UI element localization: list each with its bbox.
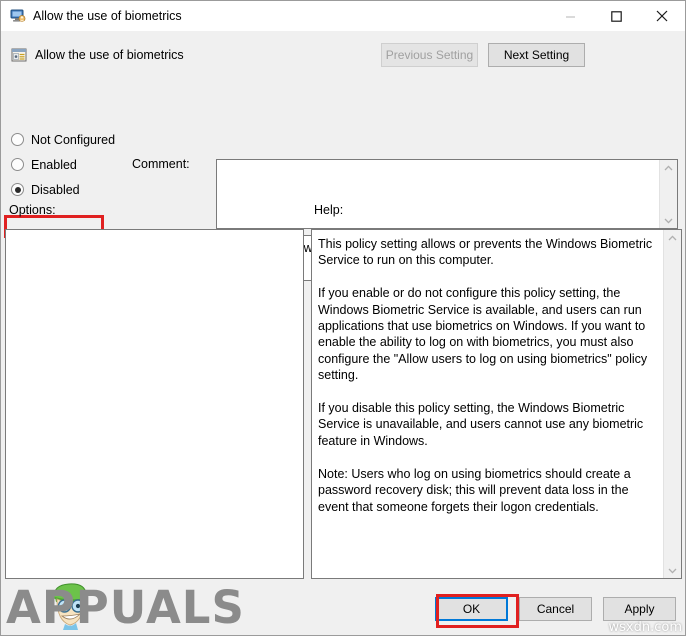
scroll-up-icon[interactable]: [660, 160, 677, 175]
panels-section: This policy setting allows or prevents t…: [1, 229, 685, 589]
help-text: This policy setting allows or prevents t…: [318, 237, 653, 514]
radio-disabled-mark[interactable]: [11, 183, 24, 196]
close-button[interactable]: [639, 2, 685, 31]
radio-not-configured-mark[interactable]: [11, 133, 24, 146]
footer-buttons: OK Cancel Apply: [435, 597, 676, 621]
options-label: Options:: [9, 203, 56, 217]
maximize-button[interactable]: [593, 2, 639, 31]
setting-header: Allow the use of biometrics Previous Set…: [1, 31, 685, 71]
next-setting-button[interactable]: Next Setting: [488, 43, 585, 67]
computer-monitor-icon: [10, 8, 26, 24]
help-label: Help:: [314, 203, 344, 217]
state-radio-group: Not Configured Enabled Disabled: [11, 127, 115, 202]
radio-enabled-mark[interactable]: [11, 158, 24, 171]
minimize-button[interactable]: [547, 2, 593, 31]
cancel-button[interactable]: Cancel: [519, 597, 592, 621]
radio-not-configured-label: Not Configured: [31, 132, 116, 147]
radio-disabled[interactable]: Disabled: [11, 177, 115, 202]
scroll-down-icon[interactable]: [664, 563, 681, 578]
radio-enabled[interactable]: Enabled: [11, 152, 115, 177]
window-title: Allow the use of biometrics: [33, 9, 182, 23]
help-panel: This policy setting allows or prevents t…: [311, 229, 682, 579]
minimize-icon: [565, 16, 575, 17]
policy-setting-dialog: Allow the use of biometrics Allow the us…: [0, 0, 686, 636]
radio-not-configured[interactable]: Not Configured: [11, 127, 115, 152]
scroll-up-icon[interactable]: [664, 230, 681, 245]
dialog-footer: OK Cancel Apply: [1, 589, 685, 635]
panel-labels: Options: Help:: [1, 203, 685, 229]
comment-label: Comment:: [132, 157, 190, 171]
apply-button[interactable]: Apply: [603, 597, 676, 621]
ok-button[interactable]: OK: [435, 597, 508, 621]
setting-title: Allow the use of biometrics: [35, 48, 184, 62]
group-policy-setting-icon: [11, 47, 27, 63]
radio-enabled-label: Enabled: [31, 157, 77, 172]
help-scrollbar[interactable]: [663, 230, 681, 578]
appuals-mascot-icon: [53, 583, 87, 630]
options-panel[interactable]: [5, 229, 304, 579]
title-bar: Allow the use of biometrics: [1, 1, 685, 31]
setting-nav-buttons: Previous Setting Next Setting: [381, 43, 585, 67]
setting-state-section: Not Configured Enabled Disabled Comment:: [1, 71, 685, 281]
previous-setting-button[interactable]: Previous Setting: [381, 43, 478, 67]
maximize-icon: [610, 10, 622, 22]
close-icon: [656, 10, 668, 22]
radio-disabled-label: Disabled: [31, 182, 80, 197]
